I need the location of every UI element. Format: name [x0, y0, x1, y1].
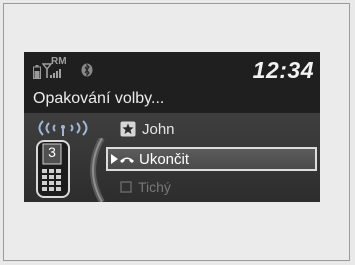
list-item[interactable]: John: [120, 118, 175, 140]
scroll-arc-decoration: [90, 138, 105, 202]
page-title: Opakování volby...: [33, 90, 165, 107]
selection-pointer-icon: [111, 154, 118, 164]
list-item-label: Ukončit: [139, 150, 190, 168]
battery-icon: [33, 65, 41, 79]
list-item-selected[interactable]: Ukončit: [106, 147, 317, 171]
list-item[interactable]: Tichý: [120, 177, 171, 197]
list-item-label: John: [142, 120, 175, 138]
roaming-label: RM: [51, 56, 67, 67]
star-icon: [120, 121, 136, 137]
bluetooth-icon: [81, 63, 93, 77]
wireless-signal-icon: [38, 120, 88, 136]
list-item-label: Tichý: [138, 179, 171, 195]
status-bar: RM 12:34: [24, 52, 320, 86]
clock: 12:34: [252, 57, 314, 83]
mute-icon: [120, 181, 132, 193]
dial-count: 3: [48, 144, 56, 160]
phone-display: RM 12:34 Opakování volby... 3 John Ukonč…: [24, 52, 320, 202]
hang-up-icon: [120, 157, 134, 163]
